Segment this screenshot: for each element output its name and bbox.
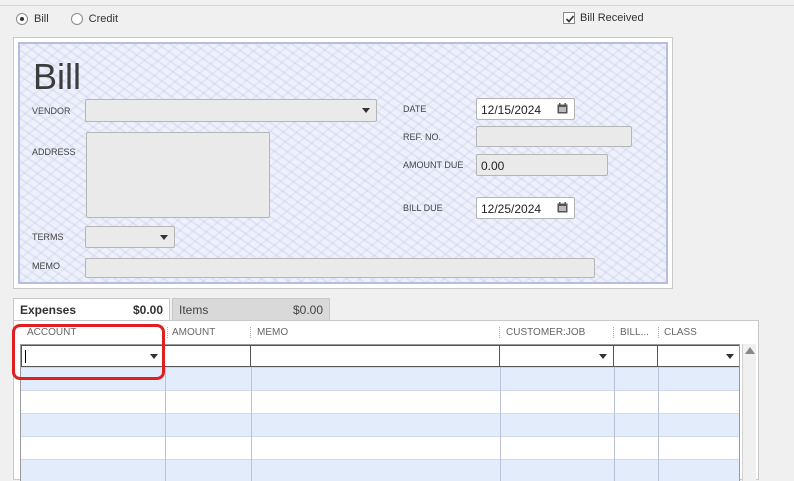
detail-tabs: Expenses $0.00 Items $0.00 bbox=[13, 298, 330, 321]
calendar-icon[interactable] bbox=[557, 103, 568, 114]
checkmark-icon bbox=[565, 15, 575, 23]
vendor-label: VENDOR bbox=[32, 106, 71, 116]
amount-cell-editor[interactable] bbox=[165, 345, 251, 367]
memo-label: MEMO bbox=[32, 261, 60, 271]
terms-label: TERMS bbox=[32, 232, 64, 242]
ref-no-field[interactable] bbox=[476, 126, 632, 147]
table-row[interactable] bbox=[21, 437, 739, 460]
top-toolbar-edge bbox=[0, 0, 794, 6]
tab-items-label: Items bbox=[179, 303, 209, 317]
bill-radio[interactable]: Bill bbox=[16, 13, 49, 25]
column-divider[interactable] bbox=[499, 327, 501, 338]
tab-expenses[interactable]: Expenses $0.00 bbox=[13, 298, 170, 321]
bill-form: Bill VENDOR ADDRESS TERMS MEMO DATE 12/1… bbox=[13, 37, 673, 289]
grid-scrollbar[interactable] bbox=[742, 344, 756, 481]
bill-radio-indicator[interactable] bbox=[16, 13, 28, 25]
bill-received-checkbox[interactable] bbox=[563, 12, 575, 24]
class-cell-editor[interactable] bbox=[658, 345, 739, 367]
credit-radio-indicator[interactable] bbox=[70, 13, 83, 25]
column-header-memo[interactable]: MEMO bbox=[257, 327, 288, 338]
vendor-dropdown[interactable] bbox=[85, 99, 377, 122]
amount-due-field[interactable]: 0.00 bbox=[476, 154, 608, 176]
date-field[interactable]: 12/15/2024 bbox=[476, 98, 575, 120]
chevron-down-icon[interactable] bbox=[726, 354, 734, 359]
bill-due-value: 12/25/2024 bbox=[481, 202, 542, 216]
amount-due-label: AMOUNT DUE bbox=[403, 160, 464, 170]
column-header-customer-job[interactable]: CUSTOMER:JOB bbox=[506, 327, 585, 338]
scroll-up-icon[interactable] bbox=[745, 347, 755, 354]
bill-radio-label: Bill bbox=[34, 13, 49, 25]
bill-due-label: BILL DUE bbox=[403, 203, 443, 213]
tab-items-amount: $0.00 bbox=[292, 303, 323, 317]
bill-type-radio-group: Bill Credit bbox=[16, 13, 140, 25]
form-title: Bill bbox=[33, 56, 82, 97]
billable-cell-editor[interactable] bbox=[614, 345, 658, 367]
address-field[interactable] bbox=[86, 132, 270, 218]
column-divider[interactable] bbox=[613, 327, 615, 338]
date-label: DATE bbox=[403, 104, 427, 114]
account-highlight-annotation bbox=[12, 324, 165, 380]
calendar-icon[interactable] bbox=[557, 202, 568, 213]
ref-no-label: REF. NO. bbox=[403, 132, 442, 142]
chevron-down-icon bbox=[160, 235, 168, 240]
chevron-down-icon[interactable] bbox=[599, 354, 607, 359]
column-divider[interactable] bbox=[167, 327, 169, 338]
table-row[interactable] bbox=[21, 414, 739, 437]
bill-received-label: Bill Received bbox=[580, 12, 644, 24]
tab-expenses-label: Expenses bbox=[20, 303, 77, 317]
chevron-down-icon bbox=[362, 108, 370, 113]
tab-expenses-amount: $0.00 bbox=[132, 303, 163, 317]
credit-radio-label: Credit bbox=[88, 13, 119, 25]
bill-due-field[interactable]: 12/25/2024 bbox=[476, 197, 575, 219]
credit-radio[interactable]: Credit bbox=[70, 13, 119, 25]
bill-received-option[interactable]: Bill Received bbox=[563, 12, 644, 24]
amount-due-value: 0.00 bbox=[481, 159, 505, 173]
column-divider[interactable] bbox=[250, 327, 252, 338]
date-value: 12/15/2024 bbox=[481, 103, 542, 117]
column-header-class[interactable]: CLASS bbox=[664, 327, 697, 338]
column-divider[interactable] bbox=[658, 327, 660, 338]
bill-form-panel: Bill VENDOR ADDRESS TERMS MEMO DATE 12/1… bbox=[18, 42, 668, 284]
address-label: ADDRESS bbox=[32, 147, 76, 157]
column-header-billable[interactable]: BILL... bbox=[620, 327, 649, 338]
table-row[interactable] bbox=[21, 460, 739, 481]
memo-field[interactable] bbox=[85, 258, 595, 278]
column-header-amount[interactable]: AMOUNT bbox=[172, 327, 215, 338]
tab-items[interactable]: Items $0.00 bbox=[172, 298, 330, 321]
memo-cell-editor[interactable] bbox=[251, 345, 500, 367]
table-row[interactable] bbox=[21, 391, 739, 414]
customer-job-cell-editor[interactable] bbox=[500, 345, 614, 367]
terms-dropdown[interactable] bbox=[85, 226, 175, 248]
